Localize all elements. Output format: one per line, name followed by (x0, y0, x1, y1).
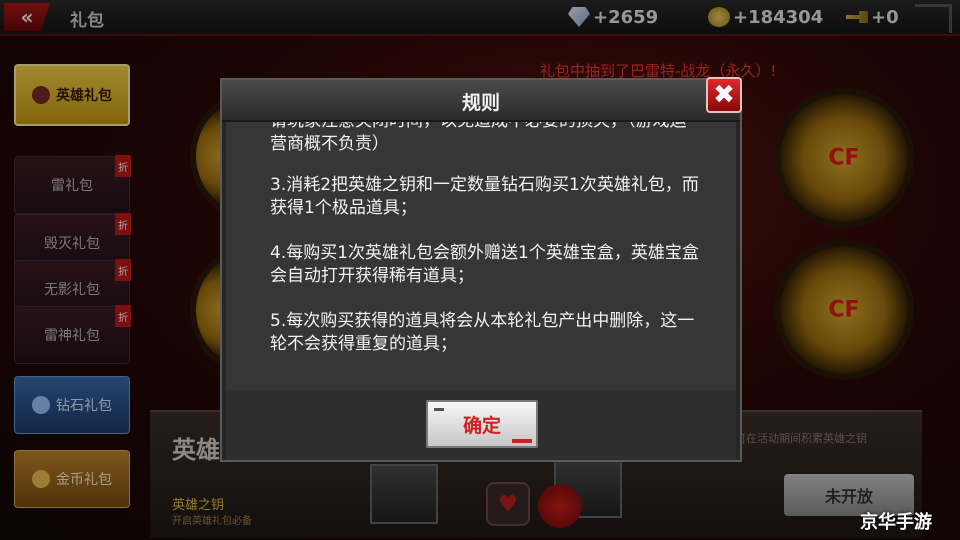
dialog-title: 规则 (461, 92, 500, 114)
dialog-footer: 确定 (226, 390, 736, 460)
dialog-header: 规则 ✖ (222, 77, 742, 122)
close-button[interactable]: ✖ (706, 77, 742, 113)
rule-paragraph: 5.每次购买获得的道具将会从本轮礼包产出中删除，这一轮不会获得重复的道具； (270, 311, 695, 354)
watermark-text: 京华手游 (860, 512, 932, 533)
rule-paragraph: 3.消耗2把英雄之钥和一定数量钻石购买1次英雄礼包，而获得1个极品道具； (270, 175, 699, 218)
rules-dialog: 规则 ✖ 请玩家注意关闭时间，以免造成不必要的损失，（游戏运营商概不负责） 3.… (220, 77, 742, 462)
rules-scroll-area[interactable]: 请玩家注意关闭时间，以免造成不必要的损失，（游戏运营商概不负责） 3.消耗2把英… (226, 122, 736, 390)
rule-paragraph: 4.每购买1次英雄礼包会额外赠送1个英雄宝盒，英雄宝盒会自动打开获得稀有道具； (270, 243, 699, 286)
close-icon: ✖ (713, 80, 735, 110)
confirm-button[interactable]: 确定 (426, 400, 538, 448)
rule-paragraph: 请玩家注意关闭时间，以免造成不必要的损失，（游戏运营商概不负责） (270, 122, 687, 154)
